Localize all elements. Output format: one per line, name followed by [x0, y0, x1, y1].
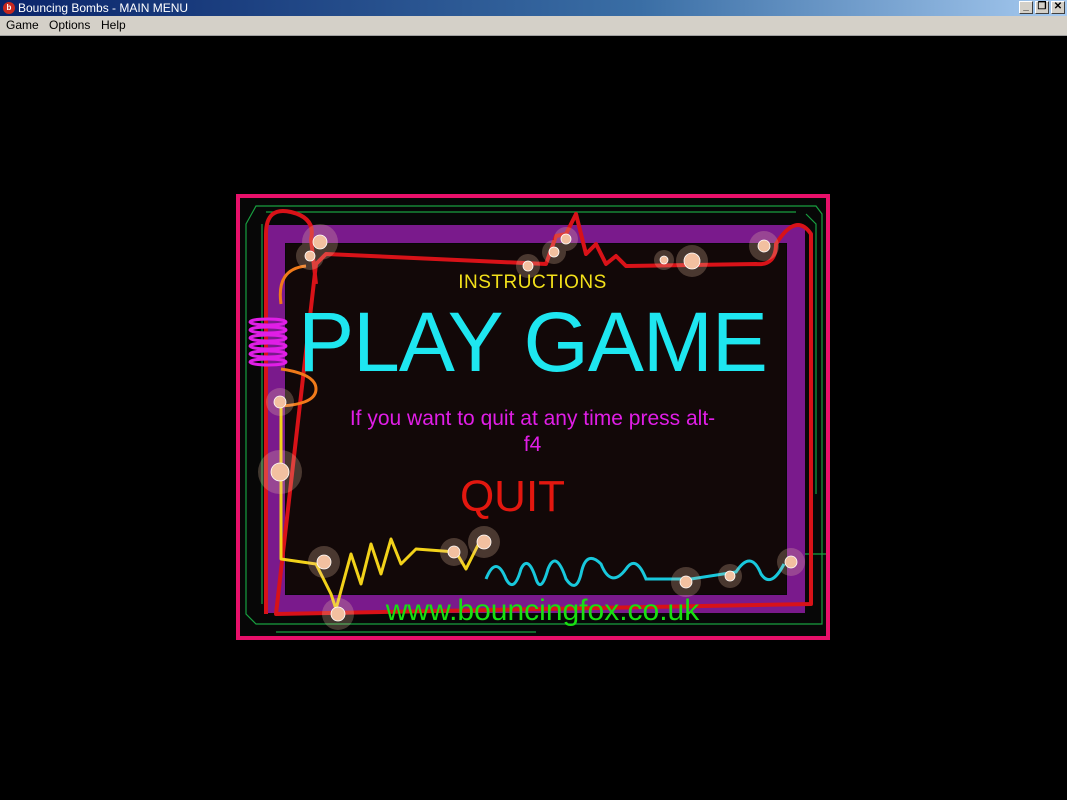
minimize-button[interactable]: _ [1019, 1, 1033, 14]
close-icon: ✕ [1053, 1, 1063, 12]
menu-bar: Game Options Help [0, 16, 1067, 36]
restore-icon: ❐ [1037, 1, 1047, 12]
play-game-button[interactable]: PLAY GAME [236, 296, 829, 388]
menu-game[interactable]: Game [6, 18, 39, 32]
minimize-icon: _ [1023, 1, 1029, 12]
restore-button[interactable]: ❐ [1035, 1, 1049, 14]
menu-help[interactable]: Help [101, 18, 126, 32]
quit-button[interactable]: QUIT [216, 472, 809, 522]
bomb-icon[interactable]: b [3, 2, 15, 14]
menu-options[interactable]: Options [49, 18, 90, 32]
website-link[interactable]: www.bouncingfox.co.uk [246, 594, 839, 628]
close-button[interactable]: ✕ [1051, 1, 1065, 14]
main-menu: INSTRUCTIONS PLAY GAME If you want to qu… [236, 194, 829, 640]
quit-hint-text: If you want to quit at any time press al… [349, 407, 716, 456]
window-title: Bouncing Bombs - MAIN MENU [18, 1, 189, 15]
title-bar: b Bouncing Bombs - MAIN MENU _ ❐ ✕ [0, 0, 1067, 16]
instructions-button[interactable]: INSTRUCTIONS [236, 272, 829, 294]
